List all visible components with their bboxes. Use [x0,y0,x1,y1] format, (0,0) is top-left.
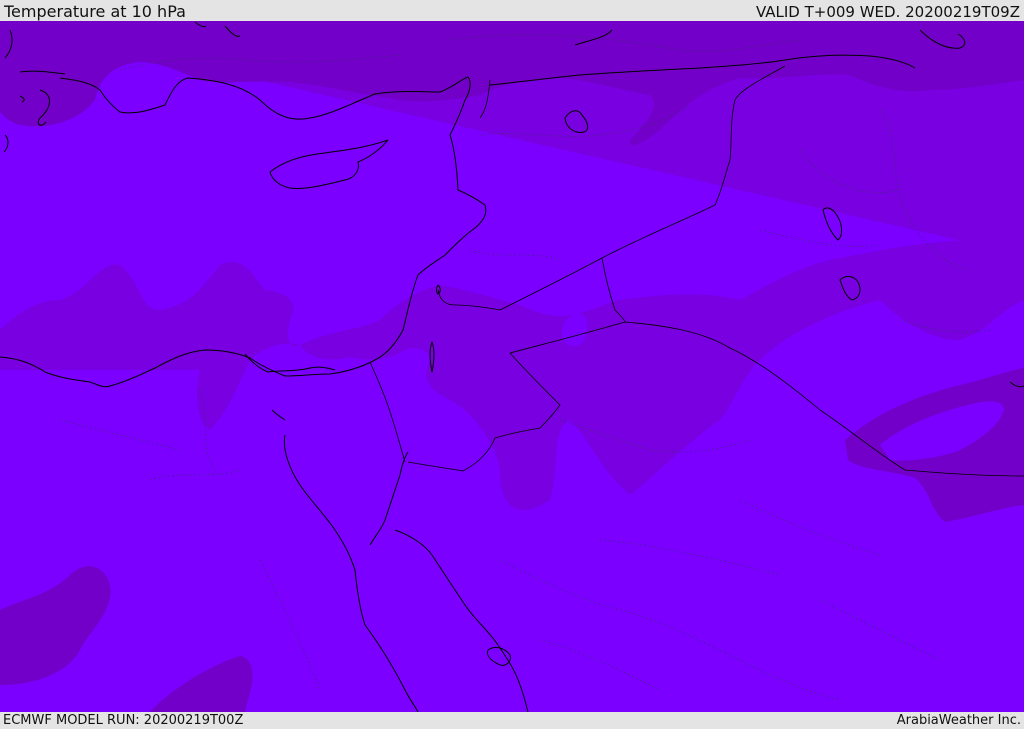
map-title: Temperature at 10 hPa [4,2,186,21]
footer-bar: ECMWF MODEL RUN: 20200219T00Z ArabiaWeat… [0,712,1024,729]
forecast-map-view: Temperature at 10 hPa VALID T+009 WED. 2… [0,0,1024,729]
credit-label: ArabiaWeather Inc. [896,713,1021,728]
header-bar: Temperature at 10 hPa VALID T+009 WED. 2… [0,0,1024,21]
model-run-label: ECMWF MODEL RUN: 20200219T00Z [3,713,244,728]
temperature-map [0,21,1024,712]
valid-time-label: VALID T+009 WED. 20200219T09Z [755,3,1020,21]
